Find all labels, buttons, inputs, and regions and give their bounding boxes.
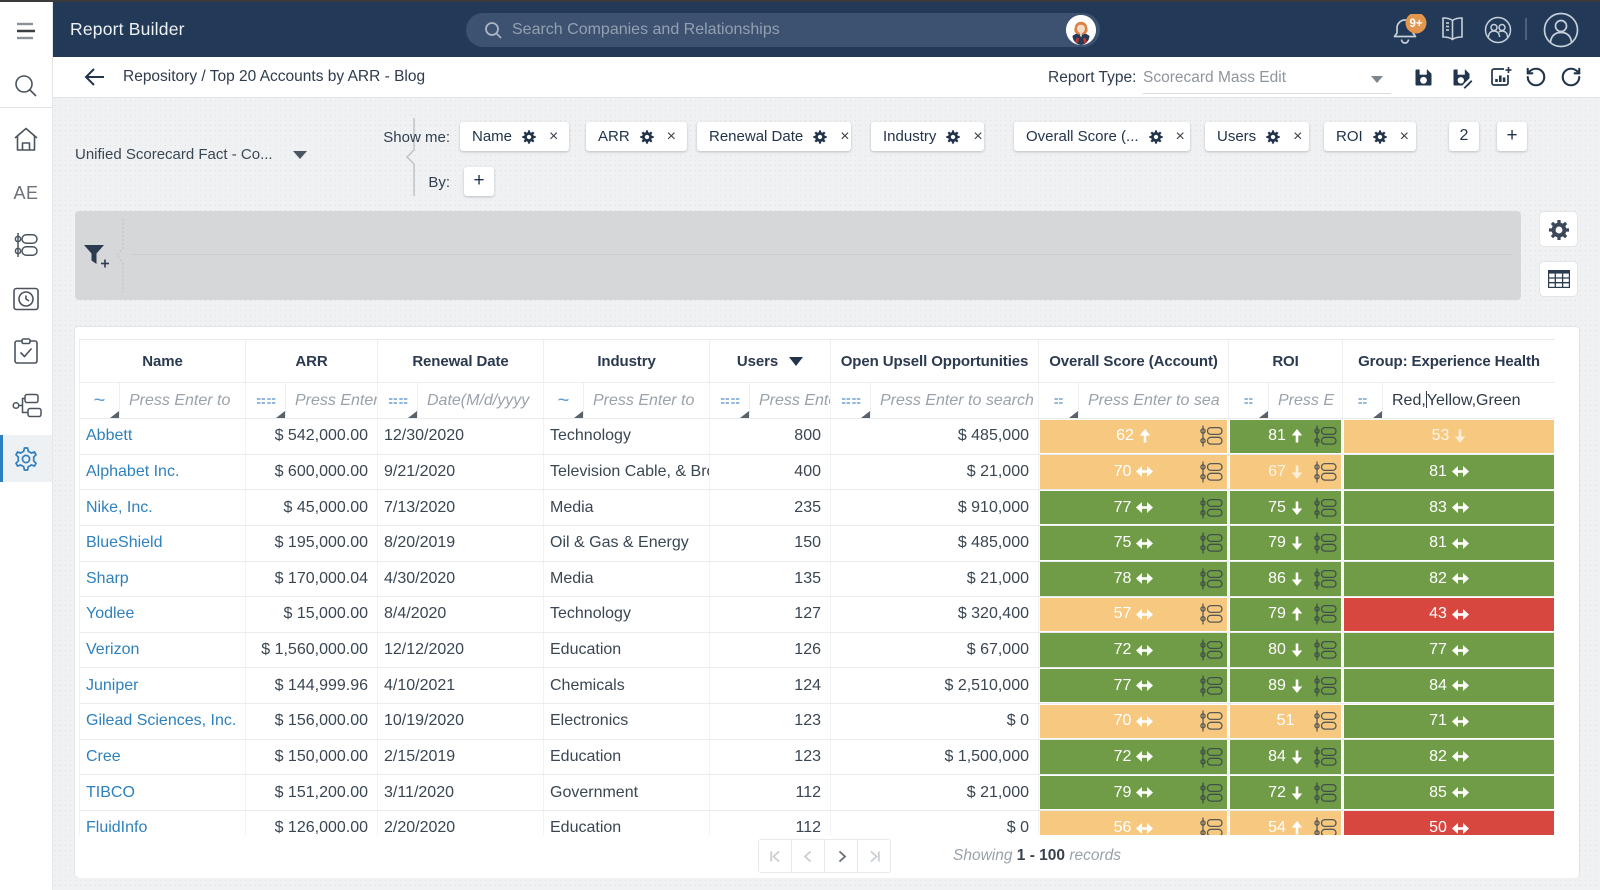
svg-text:9+: 9+ [1409,18,1422,30]
